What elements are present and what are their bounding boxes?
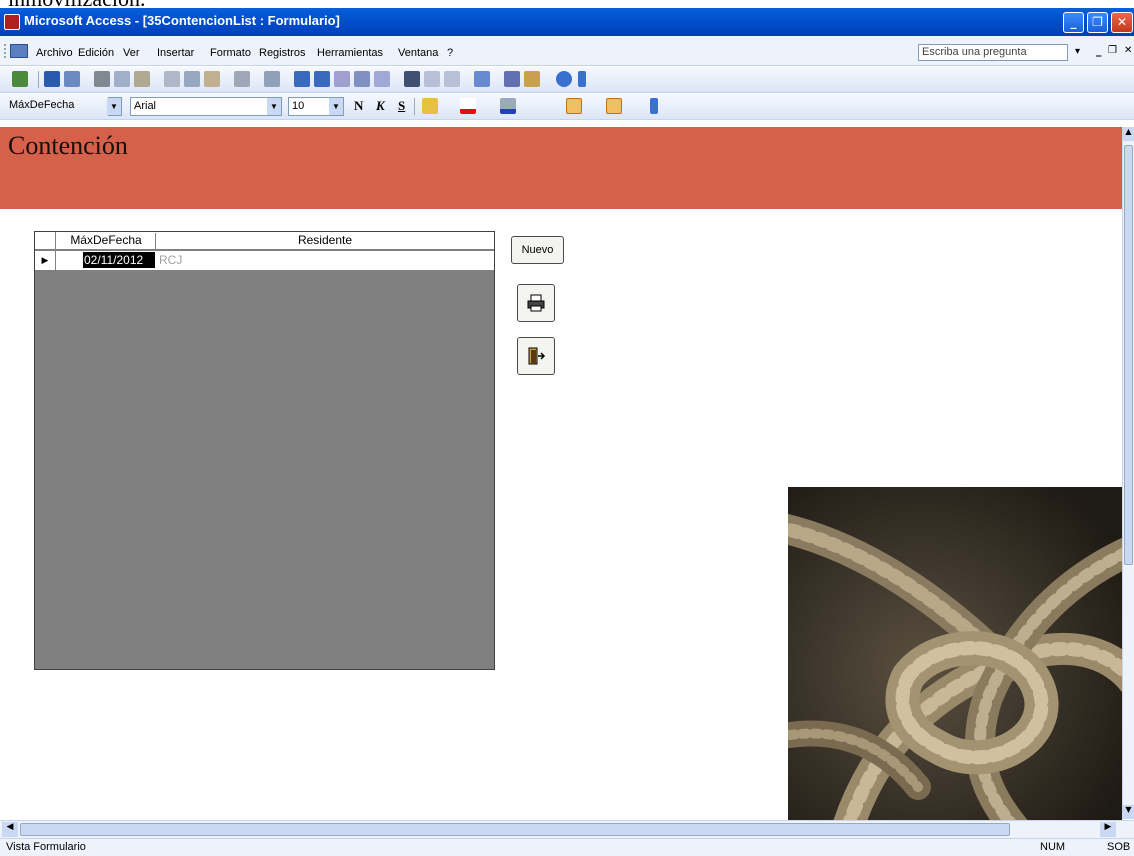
sort-descending-icon[interactable] bbox=[314, 71, 330, 87]
save-icon[interactable] bbox=[44, 71, 60, 87]
minimize-button[interactable]: _ bbox=[1063, 12, 1084, 33]
menu-herramientas[interactable]: Herramientas bbox=[317, 47, 383, 59]
print-button[interactable] bbox=[517, 284, 555, 322]
filter-selection-icon[interactable] bbox=[334, 71, 350, 87]
database-window-icon[interactable] bbox=[504, 71, 520, 87]
restore-button[interactable]: ❐ bbox=[1087, 12, 1108, 33]
control-name-value: MáxDeFecha bbox=[9, 99, 75, 111]
bold-button[interactable]: N bbox=[354, 98, 363, 114]
menu-archivo[interactable]: Archivo bbox=[36, 47, 73, 59]
num-lock-indicator: NUM bbox=[1040, 841, 1066, 853]
access-app-icon bbox=[4, 14, 20, 30]
vertical-scroll-thumb[interactable] bbox=[1124, 145, 1133, 565]
rope-knot-photo bbox=[788, 487, 1122, 820]
cell-residente[interactable]: RCJ bbox=[159, 252, 182, 268]
menu-registros[interactable]: Registros bbox=[259, 47, 305, 59]
window-title: Microsoft Access - [35ContencionList : F… bbox=[24, 13, 340, 28]
toolbar-separator bbox=[414, 98, 415, 115]
scroll-up-icon[interactable]: ▲ bbox=[1123, 127, 1134, 141]
line-color-icon[interactable] bbox=[500, 98, 516, 114]
copy-icon[interactable] bbox=[184, 71, 200, 87]
scroll-right-icon[interactable]: ▶ bbox=[1100, 822, 1116, 837]
new-object-icon[interactable] bbox=[524, 71, 540, 87]
format-options-icon[interactable] bbox=[650, 98, 658, 114]
close-button[interactable]: ✕ bbox=[1111, 12, 1133, 33]
menu-insertar[interactable]: Insertar bbox=[157, 47, 194, 59]
printer-icon bbox=[527, 294, 545, 312]
exit-button[interactable] bbox=[517, 337, 555, 375]
toolbar-options-icon[interactable] bbox=[578, 71, 586, 87]
undo-icon[interactable] bbox=[234, 71, 250, 87]
find-icon[interactable] bbox=[404, 71, 420, 87]
line-width-icon[interactable] bbox=[566, 98, 582, 114]
vertical-scrollbar[interactable]: ▲ ▼ bbox=[1122, 127, 1134, 819]
properties-icon[interactable] bbox=[474, 71, 490, 87]
sort-ascending-icon[interactable] bbox=[294, 71, 310, 87]
form-header: Contención bbox=[0, 127, 1122, 209]
column-header-maxdefecha[interactable]: MáxDeFecha bbox=[57, 233, 156, 250]
grid-header: MáxDeFecha Residente bbox=[35, 232, 494, 250]
new-record-icon[interactable] bbox=[424, 71, 440, 87]
form-icon[interactable] bbox=[10, 44, 28, 58]
table-row[interactable]: ▶ 02/11/2012 RCJ bbox=[35, 251, 494, 270]
hyperlink-icon[interactable] bbox=[264, 71, 280, 87]
font-name-value: Arial bbox=[134, 100, 157, 112]
window-titlebar: Microsoft Access - [35ContencionList : F… bbox=[0, 8, 1134, 36]
datasheet-grid[interactable]: MáxDeFecha Residente ▶ 02/11/2012 RCJ bbox=[34, 231, 495, 670]
control-combo-arrow[interactable]: ▼ bbox=[107, 97, 122, 116]
mdi-close-icon[interactable]: ✕ bbox=[1124, 45, 1132, 56]
print-preview-icon[interactable] bbox=[114, 71, 130, 87]
scroll-down-icon[interactable]: ▼ bbox=[1123, 805, 1134, 819]
filter-form-icon[interactable] bbox=[354, 71, 370, 87]
mdi-minimize-icon[interactable]: _ bbox=[1096, 44, 1102, 57]
ask-question-input[interactable]: Escriba una pregunta bbox=[918, 44, 1068, 61]
special-effect-icon[interactable] bbox=[606, 98, 622, 114]
delete-record-icon[interactable] bbox=[444, 71, 460, 87]
help-icon[interactable] bbox=[556, 71, 572, 87]
font-name-combo[interactable]: Arial ▼ bbox=[130, 97, 282, 116]
exit-door-icon bbox=[528, 347, 546, 365]
scroll-left-icon[interactable]: ◀ bbox=[2, 822, 18, 837]
font-color-icon[interactable] bbox=[460, 98, 476, 114]
control-name-combo[interactable]: MáxDeFecha bbox=[6, 97, 96, 116]
underline-button[interactable]: S bbox=[398, 98, 405, 114]
new-button[interactable]: Nuevo bbox=[511, 236, 564, 264]
paste-icon[interactable] bbox=[204, 71, 220, 87]
column-header-residente[interactable]: Residente bbox=[157, 233, 493, 247]
font-size-value: 10 bbox=[292, 100, 305, 112]
ask-dropdown-icon[interactable]: ▾ bbox=[1075, 46, 1080, 57]
italic-button[interactable]: K bbox=[376, 98, 385, 114]
menu-formato[interactable]: Formato bbox=[210, 47, 251, 59]
menu-help[interactable]: ? bbox=[447, 47, 453, 59]
status-bar: Vista Formulario NUM SOB bbox=[0, 838, 1134, 856]
select-all-box[interactable] bbox=[35, 232, 56, 250]
spelling-icon[interactable] bbox=[134, 71, 150, 87]
status-text: Vista Formulario bbox=[6, 841, 86, 853]
font-size-combo[interactable]: 10 ▼ bbox=[288, 97, 344, 116]
menu-bar: Archivo Edición Ver Insertar Formato Reg… bbox=[0, 36, 1134, 66]
cut-icon[interactable] bbox=[164, 71, 180, 87]
apply-filter-icon[interactable] bbox=[374, 71, 390, 87]
menu-ver[interactable]: Ver bbox=[123, 47, 140, 59]
search-file-icon[interactable] bbox=[64, 71, 80, 87]
standard-toolbar bbox=[0, 67, 1134, 93]
view-icon[interactable] bbox=[12, 71, 28, 87]
toolbar-separator bbox=[38, 71, 39, 88]
menu-edicion[interactable]: Edición bbox=[78, 47, 114, 59]
horizontal-scroll-thumb[interactable] bbox=[20, 823, 1010, 836]
rope-knot-image bbox=[788, 487, 1122, 820]
formatting-toolbar: MáxDeFecha ▼ Arial ▼ 10 ▼ N K S bbox=[0, 94, 1134, 120]
grip-handle[interactable] bbox=[4, 44, 6, 58]
overwrite-indicator: SOB bbox=[1107, 841, 1131, 853]
menu-ventana[interactable]: Ventana bbox=[398, 47, 438, 59]
horizontal-scrollbar[interactable]: ◀ ▶ bbox=[0, 820, 1134, 838]
record-selector-icon[interactable]: ▶ bbox=[35, 251, 56, 270]
cell-fecha[interactable]: 02/11/2012 bbox=[83, 252, 155, 268]
print-icon[interactable] bbox=[94, 71, 110, 87]
mdi-restore-icon[interactable]: ❐ bbox=[1108, 45, 1117, 56]
form-title: Contención bbox=[8, 131, 128, 160]
fill-color-icon[interactable] bbox=[422, 98, 438, 114]
